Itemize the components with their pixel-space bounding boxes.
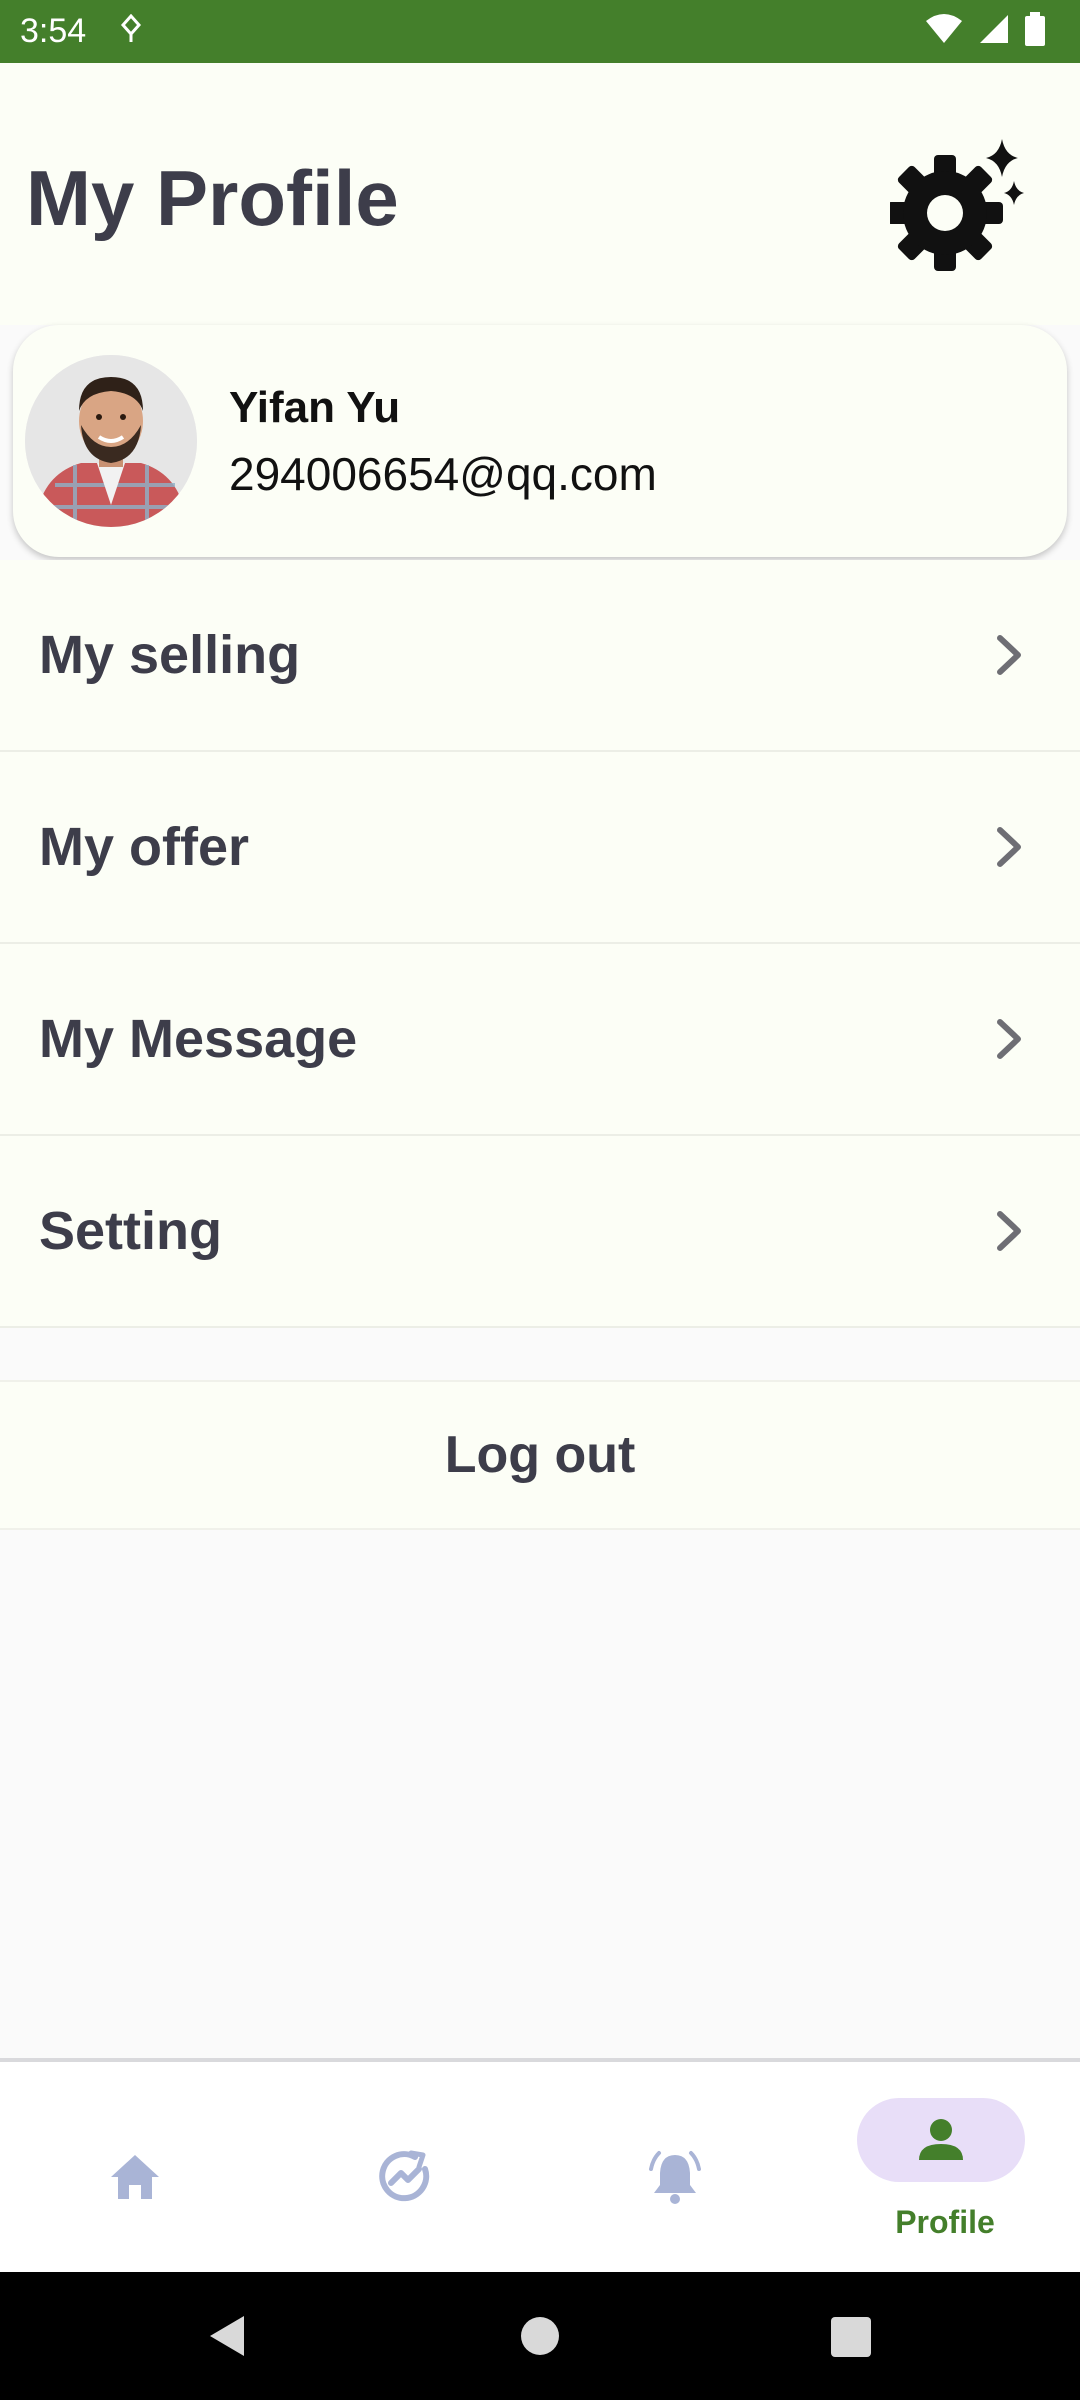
status-time: 3:54	[20, 12, 87, 50]
page-title: My Profile	[26, 154, 399, 242]
status-bar: 3:54	[0, 0, 1080, 63]
settings-sparkle-icon	[887, 139, 1024, 271]
user-email: 294006654@qq.com	[229, 448, 657, 500]
active-indicator	[857, 2098, 1025, 2182]
avatar-image	[25, 355, 197, 527]
status-left: 3:54	[20, 12, 142, 51]
menu-item-label: My Message	[39, 1009, 358, 1069]
logout-button[interactable]: Log out	[0, 1380, 1080, 1530]
profile-menu: My selling My offer My Message Setting	[0, 560, 1080, 1328]
nav-item-profile[interactable]: Profile	[810, 2062, 1080, 2272]
location-status-icon	[120, 13, 142, 49]
trending-icon	[379, 2150, 430, 2202]
status-right	[924, 12, 1046, 51]
battery-icon	[1024, 12, 1046, 51]
wifi-icon	[924, 13, 964, 50]
chevron-right-icon	[997, 1019, 1021, 1059]
system-nav-bar	[0, 2272, 1080, 2400]
menu-item-label: My offer	[39, 817, 250, 877]
menu-item-label: Setting	[39, 1201, 222, 1261]
chevron-right-icon	[997, 1211, 1021, 1251]
home-icon	[111, 2155, 159, 2199]
menu-item-label: My selling	[39, 625, 301, 685]
menu-item-setting[interactable]: Setting	[0, 1136, 1080, 1328]
bell-icon	[649, 2151, 701, 2204]
user-name: Yifan Yu	[229, 383, 401, 432]
back-icon[interactable]	[204, 2312, 250, 2360]
recents-icon[interactable]	[830, 2312, 872, 2360]
chevron-right-icon	[997, 827, 1021, 867]
signal-icon	[978, 13, 1010, 50]
profile-card[interactable]: Yifan Yu 294006654@qq.com	[13, 325, 1067, 557]
settings-button[interactable]	[887, 133, 1030, 273]
nav-label-profile: Profile	[895, 2204, 995, 2240]
menu-item-my-message[interactable]: My Message	[0, 944, 1080, 1136]
nav-item-home[interactable]	[0, 2062, 270, 2272]
nav-item-notifications[interactable]	[540, 2062, 810, 2272]
avatar	[25, 355, 197, 527]
header: My Profile	[0, 63, 1080, 325]
menu-item-my-offer[interactable]: My offer	[0, 752, 1080, 944]
bottom-nav: Profile	[0, 2058, 1080, 2272]
home-circle-icon[interactable]	[520, 2312, 560, 2360]
person-icon	[919, 2119, 963, 2160]
logout-label: Log out	[444, 1426, 636, 1484]
menu-item-my-selling[interactable]: My selling	[0, 560, 1080, 752]
nav-item-trending[interactable]	[270, 2062, 540, 2272]
chevron-right-icon	[997, 635, 1021, 675]
